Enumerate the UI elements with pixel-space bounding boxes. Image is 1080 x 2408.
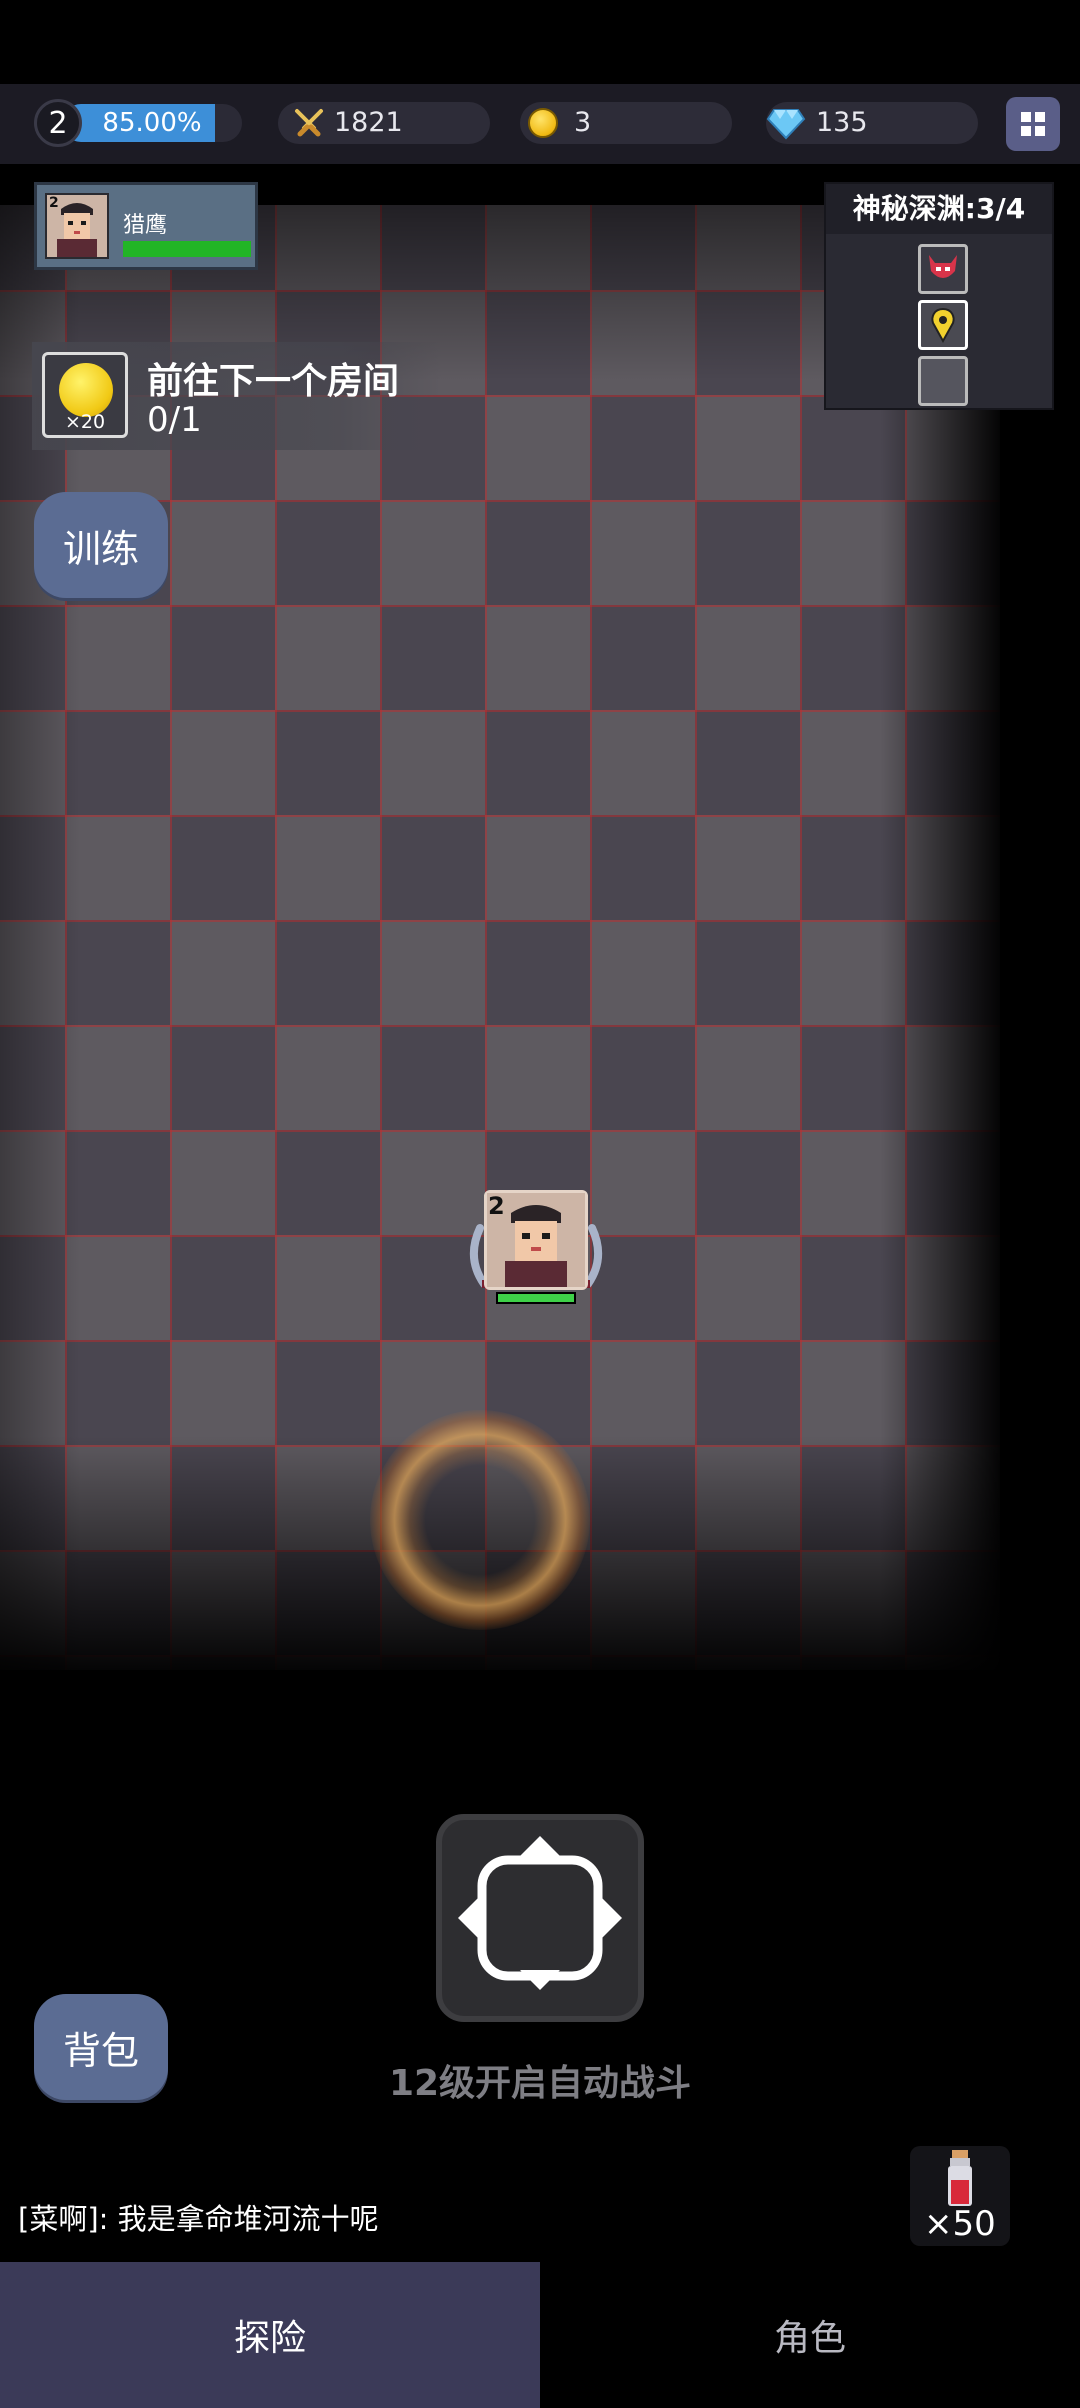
location-pin-icon: [931, 307, 955, 344]
unit-level: 2: [488, 1192, 505, 1220]
chat-message[interactable]: [菜啊]: 我是拿命堆河流十呢: [18, 2196, 379, 2238]
power-value: 1821: [334, 107, 403, 138]
dungeon-title: 神秘深渊:3/4: [826, 184, 1052, 234]
tab-explore[interactable]: 探险: [0, 2262, 540, 2408]
room-boss: [918, 244, 968, 294]
quest-title: 前往下一个房间: [147, 361, 400, 402]
tab-character[interactable]: 角色: [540, 2262, 1080, 2408]
hero-card[interactable]: 2 猎鹰: [34, 182, 258, 270]
grid-icon: [1021, 112, 1045, 136]
hero-name: 猎鹰: [123, 213, 168, 238]
diamond-icon: [766, 109, 806, 140]
player-unit[interactable]: 2: [466, 1186, 606, 1316]
grid-menu-button[interactable]: [1006, 97, 1060, 151]
potion-slot[interactable]: ×50: [910, 2146, 1010, 2246]
dungeon-minimap[interactable]: 神秘深渊:3/4: [824, 182, 1054, 410]
train-button[interactable]: 训练: [34, 492, 168, 598]
gold-coin-icon: [528, 108, 558, 138]
quest-reward: ×20: [42, 352, 128, 438]
auto-battle-button[interactable]: [436, 1814, 644, 2022]
coins-value: 3: [574, 107, 592, 138]
quest-reward-qty: ×20: [64, 411, 106, 433]
exit-portal[interactable]: [370, 1410, 590, 1630]
unit-hp-bar: [496, 1292, 576, 1304]
bag-button[interactable]: 背包: [34, 1994, 168, 2100]
quest-progress: 0/1: [147, 400, 202, 440]
hero-level: 2: [49, 195, 59, 211]
auto-battle-icon: [458, 1836, 622, 1990]
xp-percent-text: 85.00%: [102, 108, 202, 138]
potion-qty: ×50: [924, 2204, 996, 2244]
unit-hp-fill: [498, 1294, 574, 1302]
room-current: [918, 300, 968, 350]
hero-hp-bar: [123, 241, 251, 257]
quest-panel[interactable]: ×20 前往下一个房间 0/1: [32, 342, 442, 450]
crossed-swords-icon: [295, 109, 323, 137]
gold-coin-icon: [59, 363, 113, 417]
boss-icon: [929, 255, 957, 278]
gems-value: 135: [816, 107, 868, 138]
room-empty: [918, 356, 968, 406]
health-potion-icon: [948, 2150, 972, 2206]
bottom-tab-bar: 探险 角色: [0, 2262, 1080, 2408]
